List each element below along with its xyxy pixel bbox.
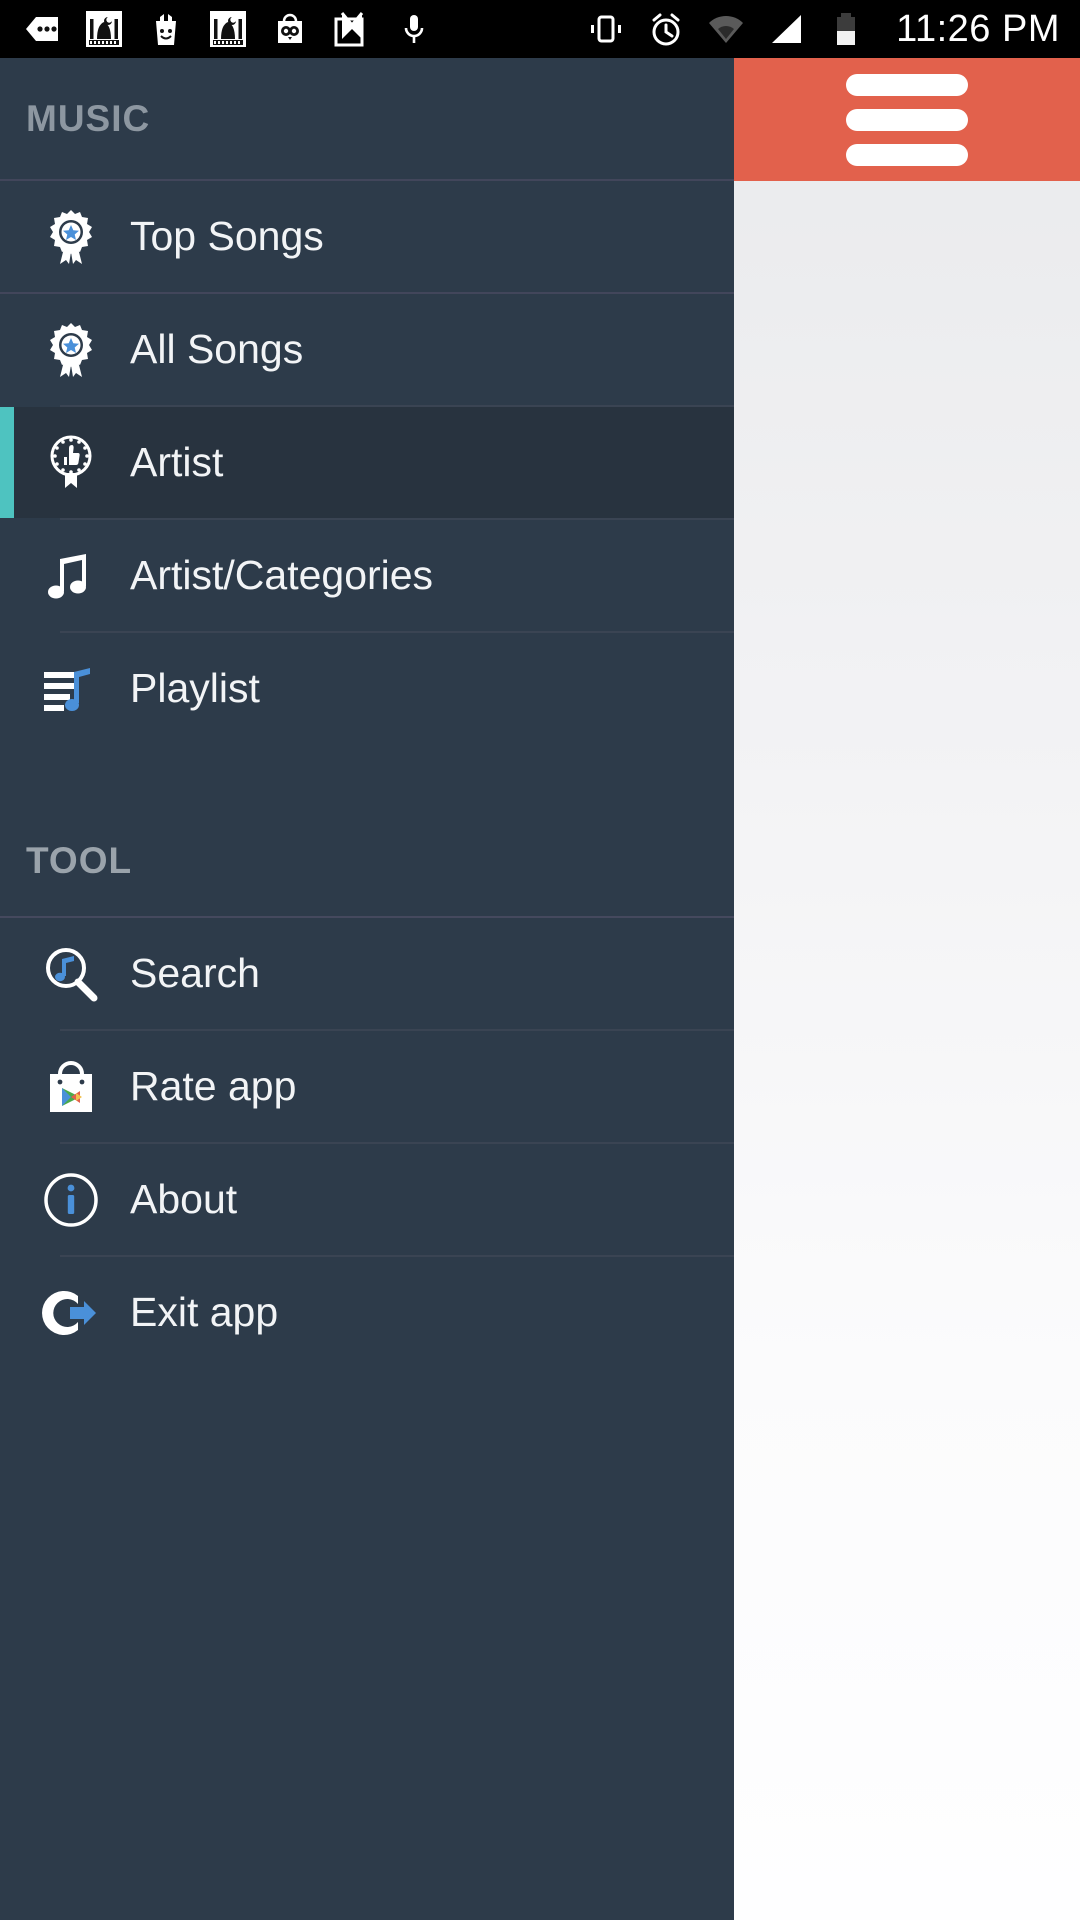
- notification-icons: [0, 9, 586, 49]
- section-title-music: MUSIC: [26, 97, 151, 139]
- drawer-item-exit-app[interactable]: Exit app: [0, 1257, 734, 1368]
- alarm-clock-icon: [652, 13, 680, 46]
- drawer-item-label: Artist: [130, 439, 224, 485]
- signal-icon: [772, 15, 802, 43]
- hamburger-bar-1: [846, 73, 968, 96]
- drawer-item-rate-app[interactable]: Rate app: [0, 1031, 734, 1142]
- music-note-icon: [48, 553, 86, 598]
- drawer-item-label: All Songs: [130, 326, 304, 372]
- vibrate-icon: [591, 15, 622, 43]
- drawer-item-label: Exit app: [130, 1289, 279, 1335]
- award-thumbsup-icon: [50, 435, 92, 488]
- drawer-item-label: Artist/Categories: [130, 552, 434, 598]
- drawer-item-label: Top Songs: [130, 213, 324, 259]
- hamburger-menu-icon[interactable]: [846, 73, 968, 166]
- battery-icon: [837, 13, 856, 45]
- drawer-item-about[interactable]: About: [0, 1144, 734, 1255]
- search-music-icon: [46, 947, 98, 1001]
- drawer-item-all-songs[interactable]: All Songs: [0, 294, 734, 405]
- drawer-item-search[interactable]: Search: [0, 918, 734, 1029]
- owl-bag-icon: [278, 13, 302, 43]
- drawer-item-playlist[interactable]: Playlist: [0, 633, 734, 744]
- wifi-icon: [709, 15, 744, 44]
- exit-arrow-icon: [42, 1290, 96, 1335]
- navigation-drawer: MUSIC Top Songs All Songs Artist Artist/…: [0, 58, 734, 1920]
- mosque-app-icon-2: [210, 11, 246, 47]
- drawer-section-header-tool: TOOL: [0, 744, 734, 916]
- system-icons: 11:26 PM: [586, 8, 1080, 51]
- drawer-item-artist-categories[interactable]: Artist/Categories: [0, 520, 734, 631]
- playlist-icon: [44, 667, 90, 711]
- selected-accent-bar: [0, 407, 14, 518]
- hamburger-bar-3: [846, 143, 968, 166]
- drawer-section-header-music: MUSIC: [0, 58, 734, 181]
- drawer-item-label: Playlist: [130, 665, 260, 711]
- gift-bag-icon: [156, 14, 176, 45]
- messages-icon: [26, 17, 58, 41]
- drawer-item-label: Search: [130, 950, 260, 996]
- award-star-icon: [50, 209, 92, 264]
- info-circle-icon: [44, 1172, 98, 1227]
- hamburger-bar-2: [846, 108, 968, 131]
- app-bar: [734, 58, 1080, 181]
- microphone-icon: [404, 15, 424, 43]
- drawer-item-top-songs[interactable]: Top Songs: [0, 181, 734, 292]
- status-bar-clock: 11:26 PM: [896, 7, 1060, 50]
- main-content-area: [734, 58, 1080, 1920]
- status-bar: 11:26 PM: [0, 0, 1080, 58]
- gmail-icon: [334, 12, 364, 47]
- section-title-tool: TOOL: [26, 840, 133, 881]
- drawer-item-label: Rate app: [130, 1063, 297, 1109]
- award-star-icon: [50, 322, 92, 377]
- mosque-app-icon: [86, 11, 122, 47]
- drawer-item-artist[interactable]: Artist: [0, 407, 734, 518]
- drawer-item-label: About: [130, 1176, 238, 1222]
- play-store-icon: [50, 1060, 92, 1112]
